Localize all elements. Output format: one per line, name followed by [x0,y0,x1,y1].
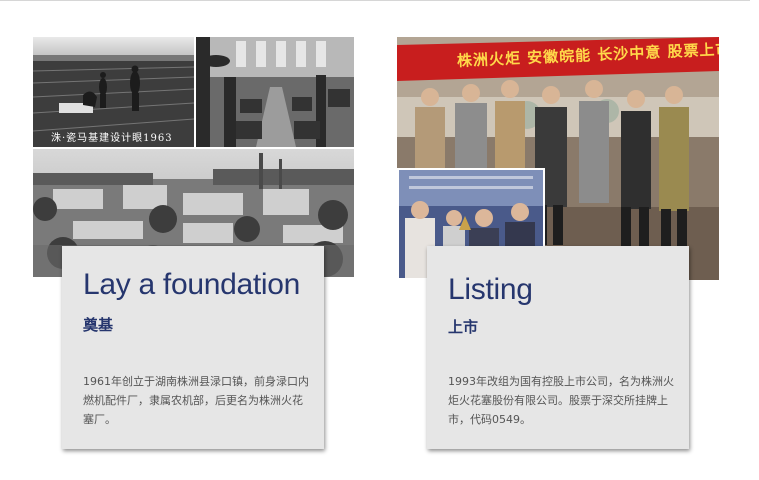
card-title: Lay a foundation [83,268,301,301]
card-subtitle: 上市 [448,318,479,336]
photo-handwritten-caption: 洙·瓷马基建设计眼1963 [51,133,173,144]
card-title: Listing [448,273,533,306]
card-description: 1993年改组为国有控股上市公司，名为株洲火炬火花塞股份有限公司。股票于深交所挂… [448,375,674,426]
card-subtitle: 奠基 [83,316,114,334]
listing-card: Listing 上市 1993年改组为国有控股上市公司，名为株洲火炬火花塞股份有… [427,246,689,449]
card-description: 1961年创立于湖南株洲县渌口镇，前身渌口内燃机配件厂，隶属农机部，后更名为株洲… [83,375,309,426]
listing-photo-collage: 株洲火炬 安徽皖能 长沙中意 股票上市仪式 [397,37,719,280]
top-divider [0,0,750,1]
field-survey-photo: 洙·瓷马基建设计眼1963 [33,37,194,147]
foundation-photo-collage: 洙·瓷马基建设计眼1963 [33,37,354,277]
workshop-photo [196,37,354,147]
foundation-card: Lay a foundation 奠基 1961年创立于湖南株洲县渌口镇，前身渌… [62,246,324,449]
